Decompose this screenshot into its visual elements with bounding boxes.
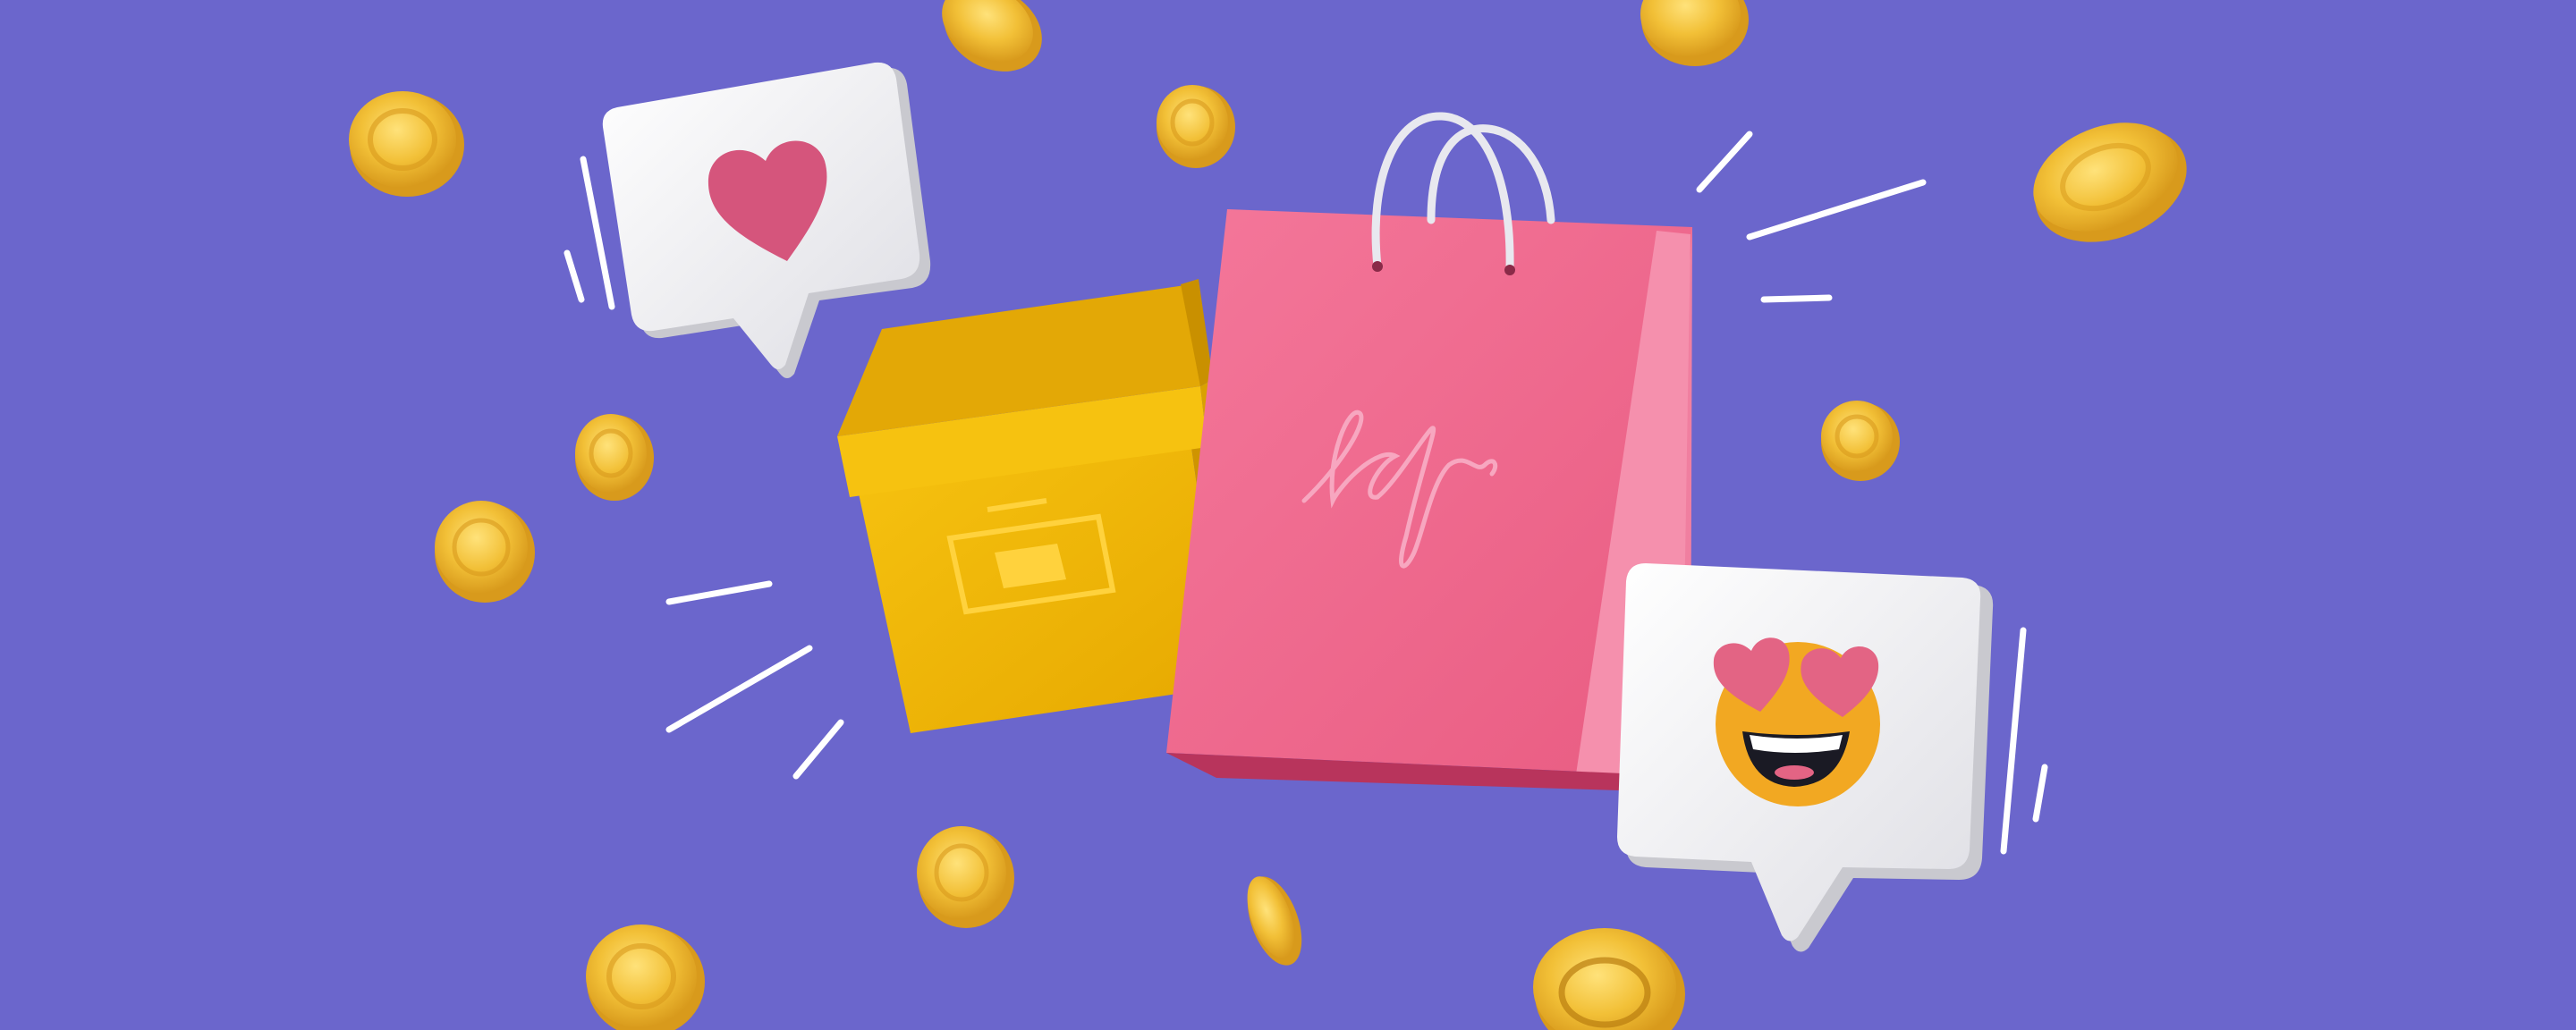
handle-hole — [1504, 265, 1515, 275]
heart-eyes-emoji-icon — [1713, 637, 1880, 806]
motion-line — [1760, 294, 1833, 303]
illustration-canvas — [0, 0, 2576, 1030]
handle-hole — [1372, 261, 1383, 272]
